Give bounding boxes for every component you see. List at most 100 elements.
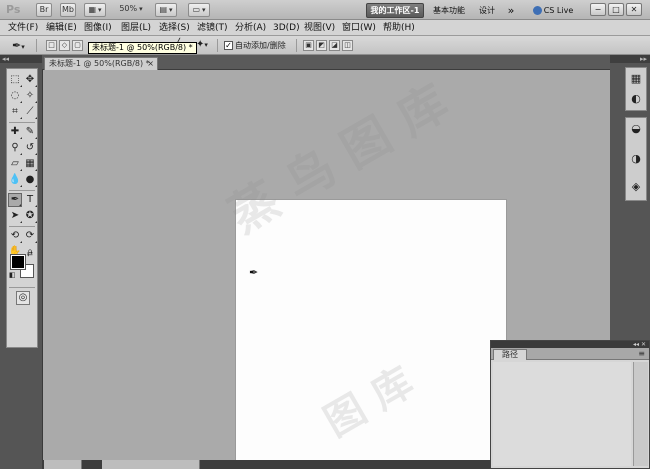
swatches-panel-icon[interactable]: ◐ bbox=[628, 90, 644, 108]
workspace-my-workspace-1[interactable]: 我的工作区-1 bbox=[366, 3, 424, 18]
options-separator bbox=[296, 39, 297, 52]
blur-icon[interactable]: 💧 bbox=[8, 173, 22, 187]
cs-live-label: CS Live bbox=[543, 6, 574, 15]
path-selection-icon[interactable]: ➤ bbox=[8, 209, 22, 223]
tools-panel-collapse-icon[interactable]: ◂◂ bbox=[0, 55, 42, 63]
pen-icon[interactable]: ✒ bbox=[8, 193, 22, 207]
crop-icon[interactable]: ⌗ bbox=[8, 105, 22, 119]
default-colors-icon[interactable]: ◧ bbox=[9, 271, 16, 279]
move-icon[interactable]: ✥ bbox=[23, 73, 37, 87]
add-to-path-area-icon[interactable]: ▣ bbox=[303, 40, 314, 51]
menu-filter[interactable]: 滤镜(T) bbox=[197, 22, 228, 34]
quick-mask-icon[interactable]: ◎ bbox=[16, 291, 30, 305]
dock-group: ◒ ◑ ◈ bbox=[625, 117, 647, 201]
color-panel-icon[interactable]: ▦ bbox=[628, 70, 644, 88]
tools-separator bbox=[9, 226, 35, 227]
document-tab-title: 未标题-1 @ 50%(RGB/8) * bbox=[49, 59, 150, 68]
subtract-from-path-area-icon[interactable]: ◩ bbox=[316, 40, 327, 51]
launch-mini-bridge-button[interactable]: Mb bbox=[60, 3, 76, 17]
fill-pixels-mode-icon[interactable]: ▢ bbox=[72, 40, 83, 51]
lasso-icon[interactable]: ◌ bbox=[8, 89, 22, 103]
dock-group: ▦ ◐ bbox=[625, 67, 647, 111]
auto-add-delete-label: 自动添加/删除 bbox=[235, 41, 286, 50]
workspace-design[interactable]: 设计 bbox=[475, 3, 499, 18]
zoom-level-value: 50% bbox=[119, 4, 138, 13]
eraser-icon[interactable]: ▱ bbox=[8, 157, 22, 171]
close-tab-icon[interactable]: × bbox=[147, 58, 154, 70]
tools-panel: ◂◂ ⬚ ✥ ◌ ✧ ⌗ ⟋ ✚ ✎ ⚲ ↺ ▱ ▦ 💧 ● ✒ T ➤ ✪ ⟲… bbox=[0, 55, 42, 469]
brush-icon[interactable]: ✎ bbox=[23, 125, 37, 139]
custom-shape-icon[interactable]: ✦▾ bbox=[196, 39, 208, 50]
options-separator bbox=[36, 39, 37, 52]
menu-bar: 文件(F) 编辑(E) 图像(I) 图层(L) 选择(S) 滤镜(T) 分析(A… bbox=[0, 20, 650, 36]
panel-menu-icon[interactable]: ≡ bbox=[638, 348, 645, 359]
adjustments-icon[interactable]: ◒ bbox=[628, 120, 644, 138]
masks-icon[interactable]: ◑ bbox=[628, 150, 644, 168]
exclude-overlapping-path-areas-icon[interactable]: ◫ bbox=[342, 40, 353, 51]
status-zoom-field[interactable] bbox=[44, 460, 82, 469]
tools-separator bbox=[9, 122, 35, 123]
cs-live-button[interactable]: CS Live bbox=[526, 3, 580, 18]
eyedropper-icon[interactable]: ⟋ bbox=[23, 105, 37, 119]
menu-edit[interactable]: 编辑(E) bbox=[46, 22, 77, 34]
paths-mode-icon[interactable]: ◇ bbox=[59, 40, 70, 51]
close-button[interactable]: ✕ bbox=[626, 3, 642, 16]
cs-live-icon bbox=[532, 6, 542, 15]
pen-cursor-icon: ✒ bbox=[249, 266, 259, 279]
more-workspaces-button[interactable]: » bbox=[503, 3, 519, 18]
paths-panel-controls[interactable]: ◂◂ ✕ bbox=[491, 341, 649, 348]
view-extras-button[interactable]: ▦ bbox=[84, 3, 106, 17]
menu-layer[interactable]: 图层(L) bbox=[121, 22, 151, 34]
healing-brush-icon[interactable]: ✚ bbox=[8, 125, 22, 139]
minimize-button[interactable]: − bbox=[590, 3, 606, 16]
paths-list bbox=[493, 362, 631, 466]
toolbox: ⬚ ✥ ◌ ✧ ⌗ ⟋ ✚ ✎ ⚲ ↺ ▱ ▦ 💧 ● ✒ T ➤ ✪ ⟲ ⟳ … bbox=[6, 68, 38, 348]
tab-paths[interactable]: 路径 bbox=[493, 349, 527, 360]
dock-expand-icon[interactable]: ▸▸ bbox=[610, 55, 650, 63]
menu-file[interactable]: 文件(F) bbox=[8, 22, 38, 34]
tools-separator bbox=[9, 190, 35, 191]
auto-add-delete-checkbox[interactable]: ✓ bbox=[224, 41, 233, 50]
maximize-button[interactable]: □ bbox=[608, 3, 624, 16]
menu-view[interactable]: 视图(V) bbox=[304, 22, 335, 34]
tools-separator bbox=[9, 287, 35, 288]
clone-stamp-icon[interactable]: ⚲ bbox=[8, 141, 22, 155]
paths-panel-tabs: 路径 ≡ bbox=[491, 348, 649, 360]
intersect-path-areas-icon[interactable]: ◪ bbox=[329, 40, 340, 51]
swap-colors-icon[interactable]: ⇄ bbox=[27, 250, 33, 258]
layers-icon[interactable]: ◈ bbox=[628, 178, 644, 196]
dodge-icon[interactable]: ● bbox=[23, 173, 37, 187]
type-icon[interactable]: T bbox=[23, 193, 37, 207]
menu-image[interactable]: 图像(I) bbox=[84, 22, 112, 34]
document-tab[interactable]: 未标题-1 @ 50%(RGB/8) * × bbox=[44, 57, 158, 70]
history-brush-icon[interactable]: ↺ bbox=[23, 141, 37, 155]
application-bar: Ps Br Mb ▦ 50% ▤ ▭ 我的工作区-1 基本功能 设计 » CS … bbox=[0, 0, 650, 20]
launch-bridge-button[interactable]: Br bbox=[36, 3, 52, 17]
pen-tool-preset-icon[interactable]: ✒▾ bbox=[12, 39, 25, 52]
paths-panel: ◂◂ ✕ 路径 ≡ bbox=[490, 340, 650, 469]
menu-select[interactable]: 选择(S) bbox=[159, 22, 190, 34]
document-tooltip: 未标题-1 @ 50%(RGB/8) * bbox=[88, 42, 197, 54]
magic-wand-icon[interactable]: ✧ bbox=[23, 89, 37, 103]
shape-icon[interactable]: ✪ bbox=[23, 209, 37, 223]
photoshop-logo: Ps bbox=[6, 3, 21, 16]
3d-camera-icon[interactable]: ⟳ bbox=[23, 229, 37, 243]
menu-window[interactable]: 窗口(W) bbox=[342, 22, 376, 34]
document-tab-bar: 未标题-1 @ 50%(RGB/8) * × bbox=[42, 55, 610, 70]
image-canvas[interactable] bbox=[236, 200, 506, 469]
status-bar bbox=[42, 460, 490, 469]
gradient-icon[interactable]: ▦ bbox=[23, 157, 37, 171]
screen-mode-button[interactable]: ▭ bbox=[188, 3, 210, 17]
paths-scrollbar[interactable] bbox=[633, 362, 648, 466]
zoom-level-dropdown[interactable]: 50% bbox=[118, 3, 144, 17]
menu-3d[interactable]: 3D(D) bbox=[273, 22, 300, 34]
workspace-essentials[interactable]: 基本功能 bbox=[429, 3, 469, 18]
arrange-documents-button[interactable]: ▤ bbox=[155, 3, 177, 17]
3d-rotate-icon[interactable]: ⟲ bbox=[8, 229, 22, 243]
foreground-color-swatch[interactable] bbox=[11, 255, 25, 269]
status-info-field bbox=[102, 460, 200, 469]
marquee-icon[interactable]: ⬚ bbox=[8, 73, 22, 87]
shape-layers-mode-icon[interactable]: □ bbox=[46, 40, 57, 51]
menu-analysis[interactable]: 分析(A) bbox=[235, 22, 266, 34]
menu-help[interactable]: 帮助(H) bbox=[383, 22, 415, 34]
